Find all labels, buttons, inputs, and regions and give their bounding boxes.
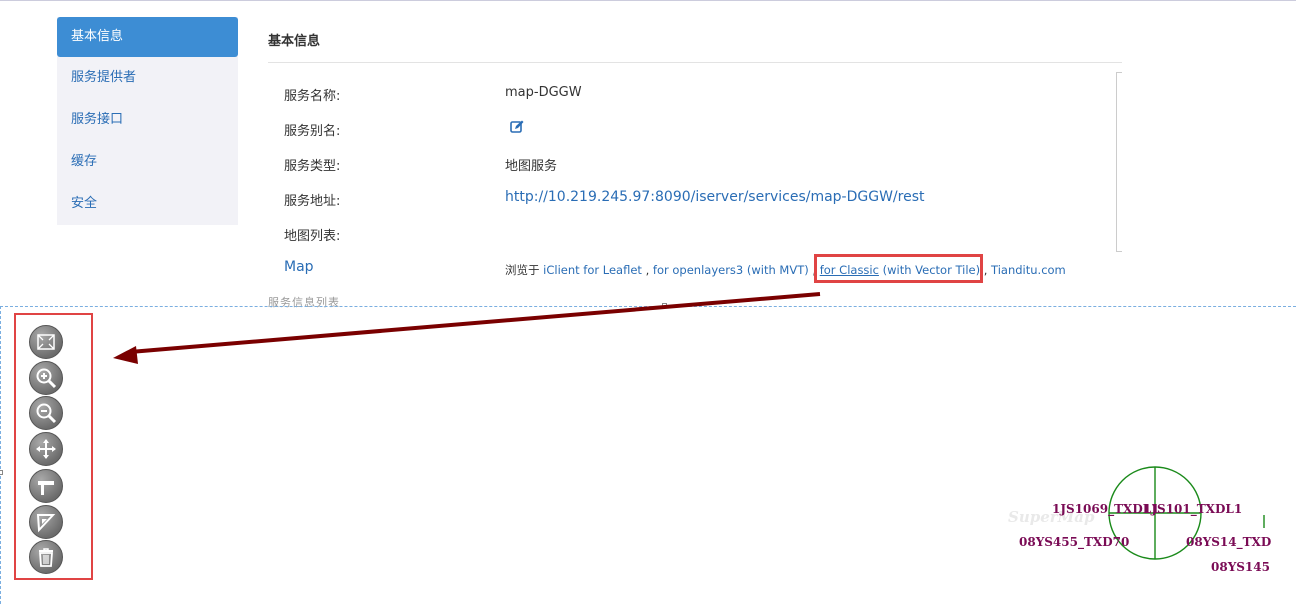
map-left-border — [0, 306, 1, 604]
resize-handle[interactable] — [662, 303, 667, 308]
panel-divider — [268, 62, 1122, 63]
full-extent-icon — [37, 334, 55, 350]
full-extent-button[interactable] — [29, 325, 63, 359]
map-feature-label: 1JS101_TXDL1 — [1143, 502, 1243, 516]
zoom-out-button[interactable] — [29, 396, 63, 430]
leaflet-link[interactable]: iClient for Leaflet — [543, 263, 642, 277]
service-type-label: 服务类型: — [284, 159, 341, 174]
sidebar-item-security[interactable]: 安全 — [57, 183, 238, 225]
map-viewport[interactable] — [0, 306, 1296, 604]
service-address-link[interactable]: http://10.219.245.97:8090/iserver/servic… — [505, 189, 925, 205]
service-name-label: 服务名称: — [284, 89, 341, 104]
separator: , — [983, 263, 988, 277]
browse-prefix: 浏览于 — [505, 263, 540, 277]
panel-right-border — [1116, 72, 1122, 252]
pan-button[interactable] — [29, 432, 63, 466]
pan-icon — [36, 439, 56, 459]
zoom-in-button[interactable] — [29, 361, 63, 395]
resize-handle[interactable] — [0, 470, 3, 475]
measure-area-button[interactable] — [29, 505, 63, 539]
map-feature-label: 08YS145 — [1211, 560, 1270, 574]
measure-distance-icon — [38, 481, 54, 495]
panel-title: 基本信息 — [268, 34, 321, 49]
map-list-label: 地图列表: — [284, 229, 341, 244]
sidebar-item-basic-info[interactable]: 基本信息 — [57, 17, 238, 57]
measure-area-icon — [36, 514, 56, 533]
separator: , — [645, 263, 650, 277]
sidebar-item-service-provider[interactable]: 服务提供者 — [57, 57, 238, 99]
edit-icon[interactable] — [510, 119, 524, 133]
service-type-value: 地图服务 — [505, 159, 558, 174]
service-address-label: 服务地址: — [284, 194, 341, 209]
sidebar-item-cache[interactable]: 缓存 — [57, 141, 238, 183]
tianditu-link[interactable]: Tianditu.com — [991, 263, 1066, 277]
zoom-in-icon — [36, 368, 57, 389]
service-alias-label: 服务别名: — [284, 124, 341, 139]
zoom-out-icon — [36, 403, 57, 424]
map-feature-label: 08YS455_TXD70 — [1019, 535, 1130, 549]
openlayers-link[interactable]: for openlayers3 — [653, 263, 743, 277]
sidebar: 基本信息 服务提供者 服务接口 缓存 安全 — [57, 17, 238, 225]
sidebar-item-service-interface[interactable]: 服务接口 — [57, 99, 238, 141]
measure-distance-button[interactable] — [29, 469, 63, 503]
map-link[interactable]: Map — [284, 259, 314, 275]
map-feature-label: 08YS14_TXD — [1186, 535, 1272, 549]
service-name-value: map-DGGW — [505, 85, 582, 100]
trash-icon — [39, 548, 53, 567]
clear-button[interactable] — [29, 540, 63, 574]
top-divider — [0, 0, 1296, 1]
mvt-link[interactable]: (with MVT) — [747, 263, 809, 277]
highlight-box — [814, 254, 983, 283]
